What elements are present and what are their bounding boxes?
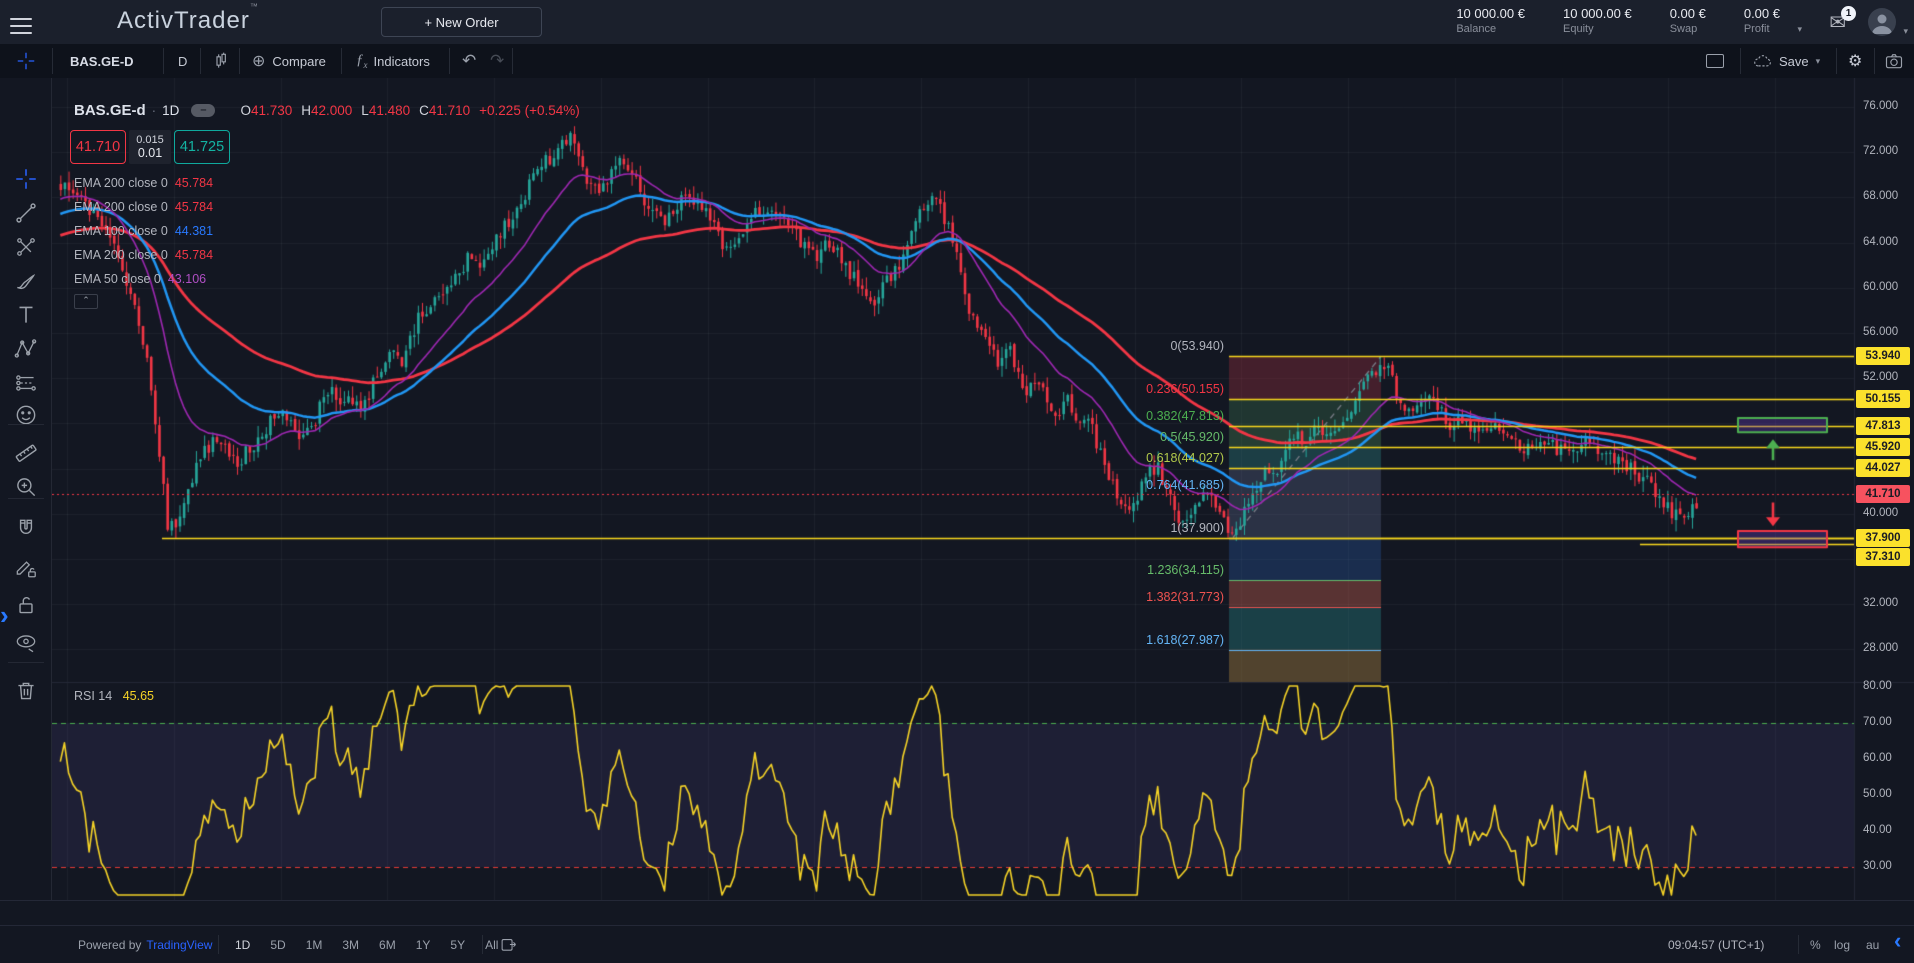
undo-icon[interactable]: ↶ bbox=[462, 44, 476, 78]
chart-canvas[interactable] bbox=[52, 78, 1914, 900]
indicator-row[interactable]: EMA 200 close 045.784 bbox=[74, 248, 213, 262]
chart-legend: BAS.GE-d · 1D – O41.730 H42.000 L41.480 C41… bbox=[74, 102, 580, 119]
ohlc-key: O bbox=[240, 103, 251, 118]
sell-button[interactable]: 41.710 bbox=[70, 130, 126, 164]
app-logo: ActivTrader™ bbox=[117, 7, 259, 35]
fx-icon: ƒx bbox=[356, 52, 368, 70]
indicator-row[interactable]: EMA 200 close 045.784 bbox=[74, 200, 213, 214]
chevron-left-icon[interactable]: ‹ bbox=[1894, 928, 1901, 954]
tool-hide-all[interactable] bbox=[13, 630, 39, 656]
layout-icon[interactable] bbox=[1706, 44, 1724, 78]
toolbar-divider bbox=[8, 662, 44, 663]
toolbar-divider bbox=[8, 424, 44, 425]
tool-ruler[interactable] bbox=[13, 440, 39, 466]
tradingview-link[interactable]: TradingView bbox=[146, 938, 212, 952]
legend-symbol[interactable]: BAS.GE-d bbox=[74, 102, 146, 119]
tool-crosshair[interactable] bbox=[13, 166, 39, 192]
chevron-down-icon[interactable]: ▾ bbox=[1903, 26, 1908, 37]
account-stat: 10 000.00 €Equity bbox=[1563, 6, 1632, 35]
buy-button[interactable]: 41.725 bbox=[174, 130, 230, 164]
spread-bottom: 0.01 bbox=[138, 146, 162, 160]
compare-button[interactable]: ⊕ Compare bbox=[252, 44, 326, 78]
new-order-button[interactable]: + New Order bbox=[381, 7, 542, 37]
save-button[interactable]: Save ▾ bbox=[1752, 44, 1820, 78]
drawing-toolbar bbox=[0, 78, 52, 900]
auto-scale-button[interactable]: au bbox=[1866, 926, 1879, 963]
tool-remove-drawings[interactable] bbox=[13, 678, 39, 704]
log-scale-button[interactable]: log bbox=[1834, 926, 1850, 963]
calendar-goto-icon[interactable] bbox=[500, 926, 517, 963]
tool-lock-all[interactable] bbox=[13, 592, 39, 618]
gear-icon[interactable]: ⚙ bbox=[1848, 44, 1862, 78]
chevron-down-icon[interactable]: ▾ bbox=[1797, 24, 1802, 35]
symbol-button[interactable]: BAS.GE-D bbox=[70, 44, 134, 78]
camera-icon[interactable] bbox=[1884, 44, 1904, 78]
ohlc-value: 42.000 bbox=[311, 103, 352, 118]
ohlc-values: O41.730 H42.000 L41.480 C41.710 bbox=[231, 103, 470, 118]
clock-display[interactable]: 09:04:57 (UTC+1) bbox=[1668, 926, 1764, 963]
change-value: +0.225 (+0.54%) bbox=[479, 103, 580, 118]
candles-icon[interactable] bbox=[212, 44, 232, 78]
indicators-button[interactable]: ƒx Indicators bbox=[356, 44, 430, 78]
chevron-right-icon[interactable]: › bbox=[0, 600, 9, 631]
legend-separator: · bbox=[152, 103, 157, 118]
range-1D[interactable]: 1D bbox=[232, 936, 253, 954]
chevron-down-icon: ▾ bbox=[1816, 56, 1821, 67]
account-stat: 0.00 €Profit bbox=[1744, 6, 1780, 35]
ohlc-value: 41.480 bbox=[369, 103, 410, 118]
rsi-label: RSI 14 bbox=[74, 689, 112, 703]
crosshair-mode-button[interactable] bbox=[15, 44, 37, 78]
mail-badge: 1 bbox=[1841, 6, 1856, 21]
range-1M[interactable]: 1M bbox=[303, 936, 326, 954]
legend-interval: 1D bbox=[162, 103, 179, 118]
account-stats: 10 000.00 €Balance 10 000.00 €Equity 0.00 … bbox=[1456, 6, 1780, 35]
tool-gann-fibonacci[interactable] bbox=[13, 234, 39, 260]
range-buttons: 1D 5D 1M 3M 6M 1Y 5Y All bbox=[232, 926, 501, 963]
range-All[interactable]: All bbox=[482, 936, 501, 954]
tool-forecast[interactable] bbox=[13, 370, 39, 396]
account-stat: 0.00 €Swap bbox=[1670, 6, 1706, 35]
app-header: ActivTrader™ + New Order 10 000.00 €Bala… bbox=[0, 0, 1914, 44]
tool-text[interactable] bbox=[13, 302, 39, 328]
spread-top: 0.015 bbox=[136, 134, 164, 146]
percent-scale-button[interactable]: % bbox=[1810, 926, 1821, 963]
avatar-icon[interactable] bbox=[1868, 8, 1896, 36]
range-1Y[interactable]: 1Y bbox=[413, 936, 434, 954]
compare-icon: ⊕ bbox=[252, 51, 265, 71]
tool-magnet[interactable] bbox=[13, 516, 39, 542]
time-axis[interactable] bbox=[0, 900, 1914, 925]
redo-icon[interactable]: ↷ bbox=[490, 44, 504, 78]
range-5D[interactable]: 5D bbox=[267, 936, 288, 954]
spread-display: 0.015 0.01 bbox=[129, 130, 171, 164]
ohlc-key: C bbox=[419, 103, 429, 118]
tool-brush[interactable] bbox=[13, 268, 39, 294]
indicator-row[interactable]: EMA 200 close 045.784 bbox=[74, 176, 213, 190]
collapse-indicators-button[interactable]: ⌃ bbox=[74, 294, 98, 309]
ohlc-value: 41.710 bbox=[429, 103, 470, 118]
toolbar-divider bbox=[8, 498, 44, 499]
powered-by: Powered by TradingView bbox=[78, 926, 212, 963]
tool-zoom-in[interactable] bbox=[13, 474, 39, 500]
ohlc-key: L bbox=[361, 103, 369, 118]
ohlc-key: H bbox=[301, 103, 311, 118]
rsi-legend[interactable]: RSI 14 45.65 bbox=[74, 689, 154, 703]
range-6M[interactable]: 6M bbox=[376, 936, 399, 954]
indicator-row[interactable]: EMA 100 close 044.381 bbox=[74, 224, 213, 238]
bottom-bar: Powered by TradingView 1D 5D 1M 3M 6M 1Y 5Y All… bbox=[0, 925, 1914, 962]
range-5Y[interactable]: 5Y bbox=[447, 936, 468, 954]
chart-toolbar: BAS.GE-D D ⊕ Compare ƒx Indicators ↶ ↷ S… bbox=[0, 44, 1914, 78]
tool-trend-line[interactable] bbox=[13, 200, 39, 226]
indicator-row[interactable]: EMA 50 close 043.106 bbox=[74, 272, 206, 286]
rsi-value: 45.65 bbox=[123, 689, 154, 703]
tool-drawing-lock[interactable] bbox=[13, 554, 39, 580]
menu-icon[interactable] bbox=[10, 13, 32, 31]
tool-xabcd-pattern[interactable] bbox=[13, 336, 39, 362]
collapse-symbol-badge[interactable]: – bbox=[191, 104, 215, 117]
interval-button[interactable]: D bbox=[178, 44, 187, 78]
ohlc-value: 41.730 bbox=[251, 103, 292, 118]
account-stat: 10 000.00 €Balance bbox=[1456, 6, 1525, 35]
range-3M[interactable]: 3M bbox=[339, 936, 362, 954]
